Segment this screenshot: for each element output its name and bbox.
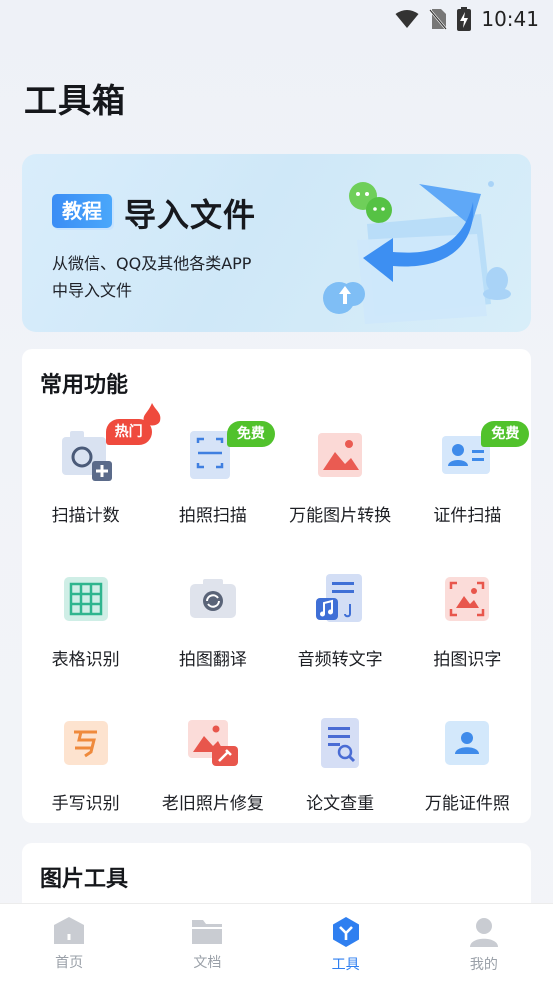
tool-camera-translate[interactable]: 拍图翻译 <box>149 561 276 705</box>
tool-paper-check[interactable]: 论文查重 <box>277 705 404 849</box>
nav-label: 工具 <box>331 957 360 973</box>
tool-id-photo[interactable]: 万能证件照 <box>404 705 531 849</box>
tool-id-scan[interactable]: 免费 证件扫描 <box>404 417 531 561</box>
audio-text-icon <box>316 574 363 622</box>
tool-handwriting[interactable]: 手写识别 <box>22 705 149 849</box>
free-badge: 免费 <box>226 421 275 447</box>
free-badge: 免费 <box>481 421 530 447</box>
image-convert-icon <box>318 433 363 477</box>
common-functions-card: 常用功能 热门 扫描计数 免费 拍照扫描 万能图片转换 免费 证件扫描 表格识别… <box>22 349 531 823</box>
tools-icon <box>332 917 359 947</box>
tool-label: 扫描计数 <box>51 506 120 526</box>
common-functions-title: 常用功能 <box>40 373 129 398</box>
wifi-icon <box>395 10 419 28</box>
tool-label: 老旧照片修复 <box>161 794 264 814</box>
import-tutorial-banner[interactable]: 教程 导入文件 从微信、QQ及其他各类APP 中导入文件 <box>22 154 531 332</box>
common-functions-grid: 热门 扫描计数 免费 拍照扫描 万能图片转换 免费 证件扫描 表格识别 拍图翻译… <box>22 403 531 849</box>
tool-label: 证件扫描 <box>433 506 502 526</box>
banner-desc-line1: 从微信、QQ及其他各类APP <box>52 254 252 273</box>
nav-home[interactable]: 首页 <box>0 904 138 983</box>
tool-photo-scan[interactable]: 免费 拍照扫描 <box>149 417 276 561</box>
nav-label: 文档 <box>193 955 222 971</box>
tool-label: 拍照扫描 <box>178 506 247 526</box>
status-bar: 10:41 <box>0 0 553 38</box>
page-title: 工具箱 <box>24 81 126 120</box>
banner-title: 导入文件 <box>124 196 257 234</box>
tool-table-recognition[interactable]: 表格识别 <box>22 561 149 705</box>
nav-tools[interactable]: 工具 <box>277 904 415 983</box>
no-sim-icon <box>429 9 448 30</box>
image-tools-title: 图片工具 <box>40 867 129 892</box>
tool-audio-to-text[interactable]: 音频转文字 <box>277 561 404 705</box>
tool-label: 拍图翻译 <box>178 650 247 670</box>
id-photo-icon <box>445 721 490 765</box>
import-folder-illustration <box>323 181 511 324</box>
tool-label: 万能图片转换 <box>289 506 392 526</box>
camera-translate-icon <box>189 579 236 618</box>
handwriting-icon <box>63 721 108 765</box>
photo-repair-icon <box>187 720 238 766</box>
banner-description: 从微信、QQ及其他各类APP 中导入文件 <box>52 250 312 304</box>
nav-documents[interactable]: 文档 <box>138 904 276 983</box>
paper-check-icon <box>321 718 360 768</box>
hot-badge: 热门 <box>105 419 152 445</box>
tool-label: 拍图识字 <box>433 650 502 670</box>
tutorial-tag: 教程 <box>52 194 112 228</box>
nav-label: 首页 <box>55 955 84 971</box>
tool-photo-repair[interactable]: 老旧照片修复 <box>149 705 276 849</box>
profile-icon <box>469 918 498 947</box>
folder-icon <box>192 920 223 944</box>
status-icons: 10:41 <box>395 6 539 32</box>
banner-desc-line2: 中导入文件 <box>52 281 133 300</box>
tool-image-convert[interactable]: 万能图片转换 <box>277 417 404 561</box>
nav-profile[interactable]: 我的 <box>415 904 553 983</box>
tool-label: 手写识别 <box>51 794 120 814</box>
tool-photo-text[interactable]: 拍图识字 <box>404 561 531 705</box>
nav-label: 我的 <box>469 957 498 973</box>
tool-label: 论文查重 <box>306 794 375 814</box>
status-time: 10:41 <box>481 7 539 31</box>
tool-label: 音频转文字 <box>297 650 383 670</box>
table-icon <box>63 577 108 621</box>
photo-text-icon <box>445 577 490 621</box>
battery-charging-icon <box>457 7 472 31</box>
tool-label: 万能证件照 <box>424 794 510 814</box>
tool-scan-count[interactable]: 热门 扫描计数 <box>22 403 161 561</box>
home-icon <box>54 917 85 944</box>
bottom-nav: 首页 文档 工具 我的 <box>0 903 553 983</box>
tool-label: 表格识别 <box>51 650 120 670</box>
